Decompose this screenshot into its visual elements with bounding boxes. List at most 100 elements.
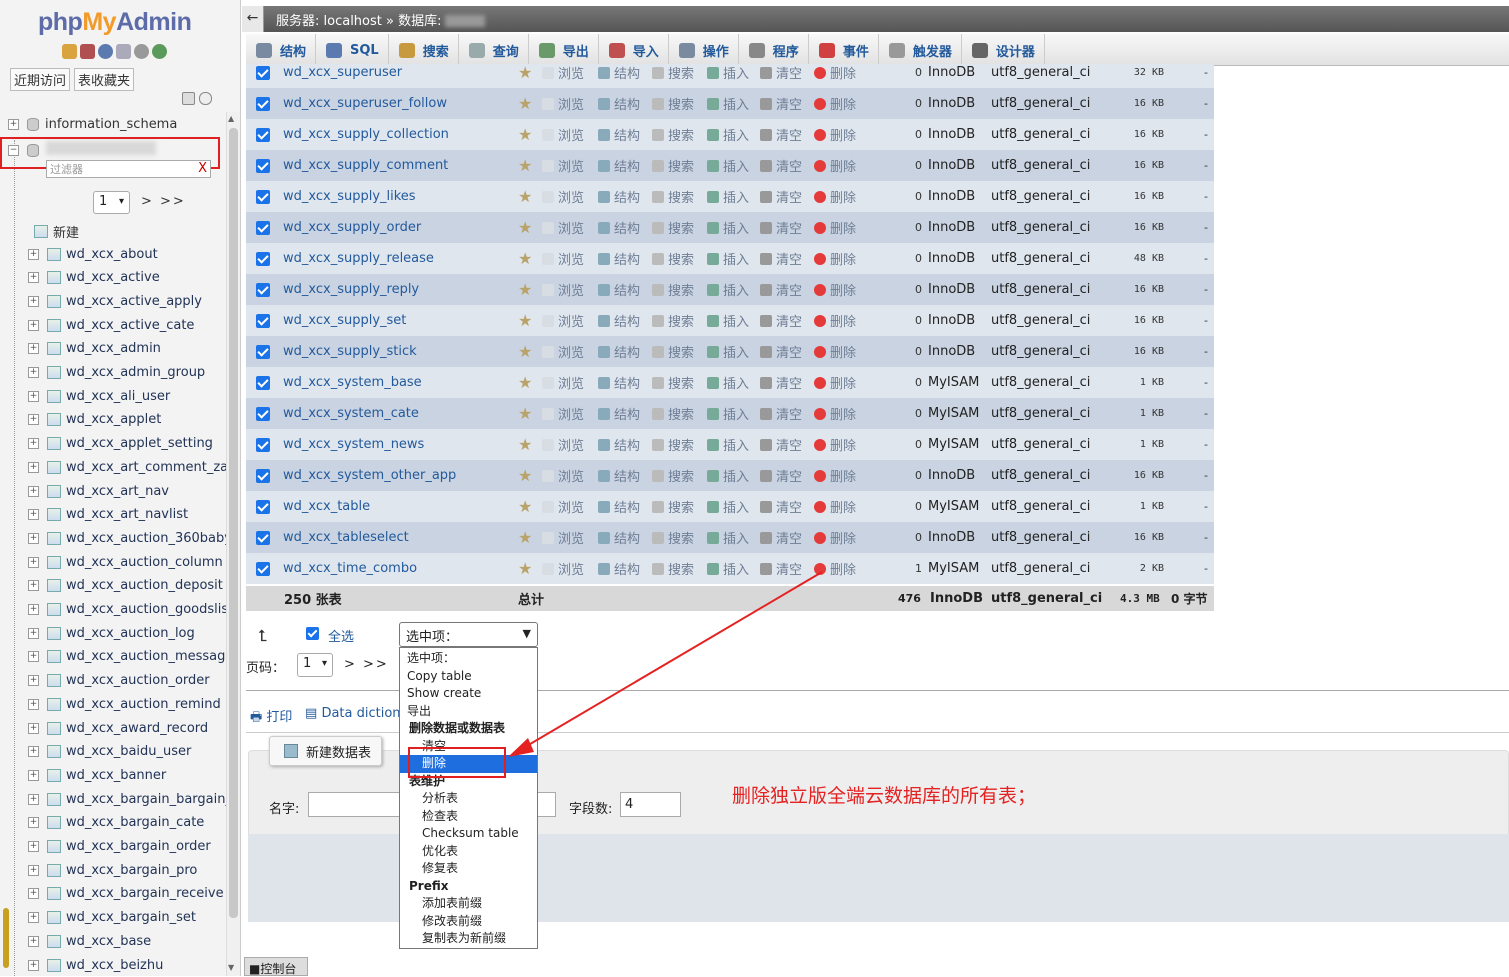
browse-action[interactable]: 浏览	[542, 94, 584, 113]
search-action[interactable]: 搜索	[652, 404, 694, 423]
insert-action[interactable]: 插入	[707, 342, 749, 361]
exit-icon[interactable]	[80, 44, 95, 59]
structure-action[interactable]: 结构	[598, 466, 640, 485]
row-checkbox[interactable]	[256, 96, 270, 111]
search-action[interactable]: 搜索	[652, 559, 694, 578]
sidebar-table-label[interactable]: wd_xcx_auction_order	[66, 673, 210, 688]
structure-action[interactable]: 结构	[598, 435, 640, 454]
row-checkbox[interactable]	[256, 313, 270, 328]
sidebar-table-label[interactable]: wd_xcx_applet	[66, 412, 161, 427]
browse-action[interactable]: 浏览	[542, 156, 584, 175]
table-icon[interactable]	[47, 579, 61, 593]
table-name-link[interactable]: wd_xcx_system_news	[283, 437, 424, 452]
expand-icon[interactable]: +	[28, 698, 39, 710]
sidebar-table-label[interactable]: wd_xcx_auction_goodslis	[66, 602, 226, 617]
sidebar-table-item[interactable]: + wd_xcx_applet_setting	[28, 433, 213, 455]
expand-icon[interactable]: +	[8, 118, 19, 130]
structure-action[interactable]: 结构	[598, 528, 640, 547]
drop-action[interactable]: 删除	[814, 125, 856, 144]
sidebar-table-label[interactable]: wd_xcx_active_apply	[66, 294, 202, 309]
star-icon[interactable]: ★	[518, 404, 532, 423]
table-name-link[interactable]: wd_xcx_table	[283, 499, 370, 514]
tab-8[interactable]: 事件	[809, 34, 879, 66]
browse-action[interactable]: 浏览	[542, 435, 584, 454]
expand-icon[interactable]: +	[28, 769, 39, 781]
sidebar-table-label[interactable]: wd_xcx_auction_360baby	[66, 531, 226, 546]
with-selected-dropdown[interactable]: 选中项： Copy table Show create 导出 删除数据或数据表 清空 删除表…	[399, 647, 538, 949]
expand-icon[interactable]: +	[28, 295, 39, 307]
sidebar-table-item[interactable]: + wd_xcx_ali_user	[28, 385, 170, 407]
nav-page-arrows[interactable]: > >>	[141, 194, 186, 209]
empty-action[interactable]: 清空	[760, 156, 802, 175]
browse-action[interactable]: 浏览	[542, 559, 584, 578]
drop-action[interactable]: 删除	[814, 404, 856, 423]
star-icon[interactable]: ★	[518, 249, 532, 268]
sidebar-table-item[interactable]: + wd_xcx_bargain_bargain_	[28, 788, 226, 810]
expand-icon[interactable]: +	[28, 627, 39, 639]
drop-action[interactable]: 删除	[814, 373, 856, 392]
table-icon[interactable]	[47, 294, 61, 308]
empty-action[interactable]: 清空	[760, 280, 802, 299]
tab-6[interactable]: 操作	[669, 34, 739, 66]
sidebar-table-item[interactable]: + wd_xcx_auction_column	[28, 551, 223, 573]
star-icon[interactable]: ★	[518, 94, 532, 113]
drop-action[interactable]: 删除	[814, 218, 856, 237]
table-name-link[interactable]: wd_xcx_supply_reply	[283, 282, 419, 297]
sidebar-table-label[interactable]: wd_xcx_art_nav	[66, 484, 169, 499]
table-icon[interactable]	[47, 531, 61, 545]
table-name-link[interactable]: wd_xcx_time_combo	[283, 561, 417, 576]
empty-action[interactable]: 清空	[760, 435, 802, 454]
empty-action[interactable]: 清空	[760, 373, 802, 392]
star-icon[interactable]: ★	[518, 528, 532, 547]
insert-action[interactable]: 插入	[707, 218, 749, 237]
browse-action[interactable]: 浏览	[542, 311, 584, 330]
table-icon[interactable]	[47, 745, 61, 759]
browse-action[interactable]: 浏览	[542, 497, 584, 516]
help-icon[interactable]	[98, 44, 113, 59]
empty-action[interactable]: 清空	[760, 218, 802, 237]
table-icon[interactable]	[47, 484, 61, 498]
expand-icon[interactable]: +	[28, 367, 39, 378]
insert-action[interactable]: 插入	[707, 311, 749, 330]
breadcrumb-database[interactable]: 数据库:	[398, 14, 441, 29]
search-action[interactable]: 搜索	[652, 249, 694, 268]
home-icon[interactable]	[62, 44, 77, 59]
drop-action[interactable]: 删除	[814, 342, 856, 361]
tab-1[interactable]: SQL	[316, 34, 389, 66]
expand-icon[interactable]: +	[28, 959, 39, 971]
star-icon[interactable]: ★	[518, 342, 532, 361]
sidebar-table-item[interactable]: + wd_xcx_auction_log	[28, 622, 195, 644]
row-checkbox[interactable]	[256, 561, 270, 576]
sidebar-table-item[interactable]: + wd_xcx_bargain_order	[28, 836, 211, 858]
sidebar-table-item[interactable]: + wd_xcx_about	[28, 243, 158, 265]
dropdown-option[interactable]: 修复表	[400, 860, 537, 878]
empty-action[interactable]: 清空	[760, 187, 802, 206]
docs-icon[interactable]	[116, 44, 131, 59]
expand-icon[interactable]: +	[28, 438, 39, 450]
link-icon[interactable]	[199, 92, 212, 105]
tab-10[interactable]: 设计器	[962, 34, 1045, 66]
drop-action[interactable]: 删除	[814, 187, 856, 206]
expand-icon[interactable]: +	[28, 414, 39, 426]
table-icon[interactable]	[47, 911, 61, 925]
table-icon[interactable]	[47, 626, 61, 640]
browse-action[interactable]: 浏览	[542, 528, 584, 547]
row-checkbox[interactable]	[256, 158, 270, 173]
sidebar-table-item[interactable]: + wd_xcx_active_apply	[28, 290, 202, 312]
row-checkbox[interactable]	[256, 437, 270, 452]
star-icon[interactable]: ★	[518, 218, 532, 237]
empty-action[interactable]: 清空	[760, 311, 802, 330]
table-icon[interactable]	[47, 603, 61, 616]
structure-action[interactable]: 结构	[598, 280, 640, 299]
expand-icon[interactable]: +	[28, 888, 39, 900]
sidebar-table-label[interactable]: wd_xcx_auction_log	[66, 626, 195, 641]
table-icon[interactable]	[47, 816, 61, 830]
tab-5[interactable]: 导入	[599, 34, 669, 66]
structure-action[interactable]: 结构	[598, 64, 640, 82]
table-icon[interactable]	[47, 437, 61, 451]
empty-action[interactable]: 清空	[760, 404, 802, 423]
sidebar-table-item[interactable]: + wd_xcx_base	[28, 930, 151, 952]
row-checkbox[interactable]	[256, 65, 270, 80]
sidebar-table-label[interactable]: wd_xcx_art_navlist	[66, 507, 188, 522]
table-icon[interactable]	[47, 247, 61, 261]
